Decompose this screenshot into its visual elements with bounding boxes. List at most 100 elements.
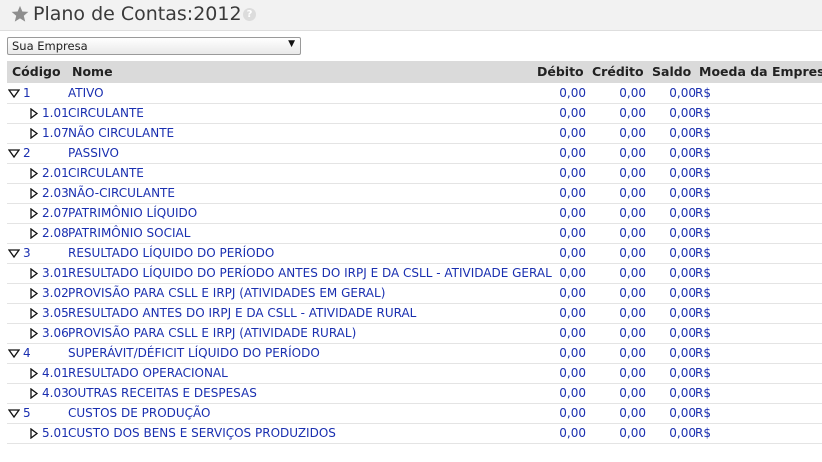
currency-value: R$ (695, 306, 711, 320)
account-name[interactable]: PASSIVO (68, 146, 119, 160)
column-header-nome[interactable]: Nome (72, 64, 113, 79)
account-code[interactable]: 3 (23, 246, 31, 260)
collapsed-triangle-icon[interactable] (28, 108, 40, 119)
currency-value: R$ (695, 326, 711, 340)
account-code[interactable]: 3.02 (42, 286, 69, 300)
collapsed-triangle-icon[interactable] (28, 228, 40, 239)
table-row[interactable]: 4.01 RESULTADO OPERACIONAL 0,00 0,00 0,00 R$ (7, 364, 822, 384)
column-header-credito[interactable]: Crédito (592, 64, 644, 79)
expanded-triangle-icon[interactable] (8, 148, 20, 159)
column-header-moeda[interactable]: Moeda da Empresa (699, 64, 822, 79)
table-row[interactable]: 2.08 PATRIMÔNIO SOCIAL 0,00 0,00 0,00 R$ (7, 224, 822, 244)
table-row[interactable]: 3.02 PROVISÃO PARA CSLL E IRPJ (ATIVIDADE… (7, 284, 822, 304)
account-name[interactable]: CUSTOS DE PRODUÇÃO (68, 406, 211, 420)
expanded-triangle-icon[interactable] (8, 88, 20, 99)
column-header-debito[interactable]: Débito (537, 64, 584, 79)
debit-value: 0,00 (559, 226, 586, 240)
currency-value: R$ (695, 286, 711, 300)
account-code[interactable]: 5.01 (42, 426, 69, 440)
column-header-saldo[interactable]: Saldo (652, 64, 691, 79)
account-code[interactable]: 1.01 (42, 106, 69, 120)
account-code[interactable]: 4.03 (42, 386, 69, 400)
star-icon[interactable] (11, 5, 29, 23)
account-name[interactable]: RESULTADO ANTES DO IRPJ E DA CSLL - ATIV… (68, 306, 416, 320)
account-code[interactable]: 2.01 (42, 166, 69, 180)
account-name[interactable]: PATRIMÔNIO LÍQUIDO (68, 206, 197, 220)
account-code[interactable]: 4.01 (42, 366, 69, 380)
collapsed-triangle-icon[interactable] (28, 208, 40, 219)
balance-value: 0,00 (669, 126, 696, 140)
collapsed-triangle-icon[interactable] (28, 188, 40, 199)
collapsed-triangle-icon[interactable] (28, 368, 40, 379)
expanded-triangle-icon[interactable] (8, 408, 20, 419)
account-name[interactable]: RESULTADO LÍQUIDO DO PERÍODO ANTES DO IR… (68, 266, 552, 280)
account-code[interactable]: 4 (23, 346, 31, 360)
account-code[interactable]: 2 (23, 146, 31, 160)
title-bar: Plano de Contas:2012 ? (0, 0, 822, 30)
account-code[interactable]: 2.03 (42, 186, 69, 200)
account-name[interactable]: RESULTADO OPERACIONAL (68, 366, 228, 380)
help-icon[interactable]: ? (243, 8, 256, 21)
table-row[interactable]: 2.07 PATRIMÔNIO LÍQUIDO 0,00 0,00 0,00 R$ (7, 204, 822, 224)
currency-value: R$ (695, 226, 711, 240)
table-row[interactable]: 5 CUSTOS DE PRODUÇÃO 0,00 0,00 0,00 R$ (7, 404, 822, 424)
balance-value: 0,00 (669, 226, 696, 240)
collapsed-triangle-icon[interactable] (28, 288, 40, 299)
account-name[interactable]: RESULTADO LÍQUIDO DO PERÍODO (68, 246, 274, 260)
table-row[interactable]: 1.01 CIRCULANTE 0,00 0,00 0,00 R$ (7, 104, 822, 124)
company-select[interactable]: Sua Empresa ▼ (7, 37, 301, 55)
table-row[interactable]: 4 SUPERÁVIT/DÉFICIT LÍQUIDO DO PERÍODO 0,0… (7, 344, 822, 364)
account-code[interactable]: 2.08 (42, 226, 69, 240)
currency-value: R$ (695, 246, 711, 260)
table-row[interactable]: 4.03 OUTRAS RECEITAS E DESPESAS 0,00 0,00 0,… (7, 384, 822, 404)
table-row[interactable]: 2.01 CIRCULANTE 0,00 0,00 0,00 R$ (7, 164, 822, 184)
expanded-triangle-icon[interactable] (8, 248, 20, 259)
table-row[interactable]: 3.05 RESULTADO ANTES DO IRPJ E DA CSLL - … (7, 304, 822, 324)
account-name[interactable]: NÃO-CIRCULANTE (68, 186, 175, 200)
table-row[interactable]: 1.07 NÃO CIRCULANTE 0,00 0,00 0,00 R$ (7, 124, 822, 144)
debit-value: 0,00 (559, 186, 586, 200)
table-row[interactable]: 3.06 PROVISÃO PARA CSLL E IRPJ (ATIVIDADE… (7, 324, 822, 344)
account-name[interactable]: CIRCULANTE (68, 166, 144, 180)
account-code[interactable]: 3.05 (42, 306, 69, 320)
balance-value: 0,00 (669, 286, 696, 300)
balance-value: 0,00 (669, 426, 696, 440)
expanded-triangle-icon[interactable] (8, 348, 20, 359)
account-name[interactable]: PATRIMÔNIO SOCIAL (68, 226, 190, 240)
table-row[interactable]: 3.01 RESULTADO LÍQUIDO DO PERÍODO ANTES D… (7, 264, 822, 284)
balance-value: 0,00 (669, 186, 696, 200)
account-code[interactable]: 1 (23, 86, 31, 100)
debit-value: 0,00 (559, 426, 586, 440)
table-row[interactable]: 2 PASSIVO 0,00 0,00 0,00 R$ (7, 144, 822, 164)
balance-value: 0,00 (669, 406, 696, 420)
account-code[interactable]: 5 (23, 406, 31, 420)
table-row[interactable]: 3 RESULTADO LÍQUIDO DO PERÍODO 0,00 0,00 0,0… (7, 244, 822, 264)
collapsed-triangle-icon[interactable] (28, 328, 40, 339)
account-name[interactable]: ATIVO (68, 86, 104, 100)
account-code[interactable]: 2.07 (42, 206, 69, 220)
account-code[interactable]: 3.06 (42, 326, 69, 340)
account-name[interactable]: NÃO CIRCULANTE (68, 126, 174, 140)
chevron-down-icon: ▼ (288, 39, 295, 49)
table-row[interactable]: 2.03 NÃO-CIRCULANTE 0,00 0,00 0,00 R$ (7, 184, 822, 204)
collapsed-triangle-icon[interactable] (28, 308, 40, 319)
account-name[interactable]: OUTRAS RECEITAS E DESPESAS (68, 386, 257, 400)
collapsed-triangle-icon[interactable] (28, 428, 40, 439)
balance-value: 0,00 (669, 106, 696, 120)
account-name[interactable]: CUSTO DOS BENS E SERVIÇOS PRODUZIDOS (68, 426, 336, 440)
account-name[interactable]: CIRCULANTE (68, 106, 144, 120)
collapsed-triangle-icon[interactable] (28, 128, 40, 139)
table-row[interactable]: 5.01 CUSTO DOS BENS E SERVIÇOS PRODUZIDOS… (7, 424, 822, 444)
column-header-codigo[interactable]: Código (12, 64, 61, 79)
collapsed-triangle-icon[interactable] (28, 388, 40, 399)
account-code[interactable]: 1.07 (42, 126, 69, 140)
table-row[interactable]: 1 ATIVO 0,00 0,00 0,00 R$ (7, 84, 822, 104)
debit-value: 0,00 (559, 206, 586, 220)
account-name[interactable]: SUPERÁVIT/DÉFICIT LÍQUIDO DO PERÍODO (68, 346, 320, 360)
collapsed-triangle-icon[interactable] (28, 168, 40, 179)
currency-value: R$ (695, 426, 711, 440)
account-code[interactable]: 3.01 (42, 266, 69, 280)
account-name[interactable]: PROVISÃO PARA CSLL E IRPJ (ATIVIDADES EM… (68, 286, 385, 300)
collapsed-triangle-icon[interactable] (28, 268, 40, 279)
account-name[interactable]: PROVISÃO PARA CSLL E IRPJ (ATIVIDADE RUR… (68, 326, 356, 340)
